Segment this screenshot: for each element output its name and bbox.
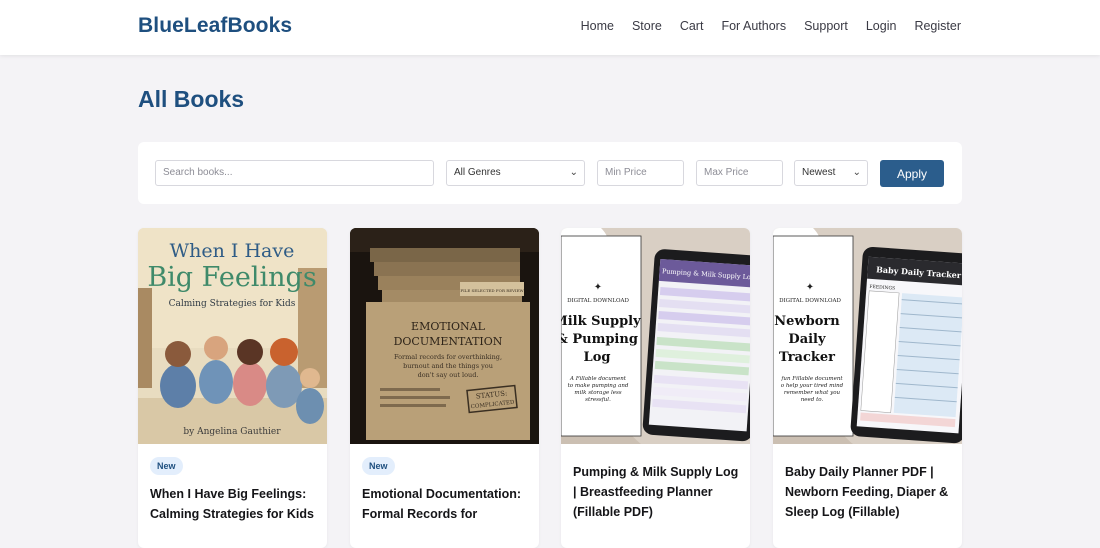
cover-sub-3: don't say out loud.: [418, 371, 479, 379]
nav-register[interactable]: Register: [914, 19, 961, 33]
filter-bar: Search books... All Genres ⌄ Min Price M…: [138, 142, 962, 204]
cover-heading-1: EMOTIONAL: [411, 320, 486, 333]
nav-login[interactable]: Login: [866, 19, 897, 33]
cover-title-line2: Big Feelings: [147, 262, 316, 293]
nav-cart[interactable]: Cart: [680, 19, 704, 33]
book-title[interactable]: Emotional Documentation: Formal Records …: [362, 484, 530, 524]
min-price-placeholder: Min Price: [605, 167, 647, 178]
cover-title-1: Milk Supply: [561, 314, 641, 329]
cover-tag: DIGITAL DOWNLOAD: [567, 298, 629, 304]
cover-sub-2: burnout and the things you: [403, 362, 493, 370]
cover-illustration-baby-tracker: ✦ DIGITAL DOWNLOAD Newborn Daily Tracker…: [773, 228, 962, 444]
cover-subtitle: Calming Strategies for Kids: [169, 299, 296, 309]
book-cover[interactable]: ✦ DIGITAL DOWNLOAD Milk Supply & Pumping…: [561, 228, 750, 444]
book-cover[interactable]: FILE SELECTED FOR REVIEW EMOTIONAL DOCUM…: [350, 228, 539, 444]
cover-tag: DIGITAL DOWNLOAD: [779, 298, 841, 304]
search-input[interactable]: Search books...: [155, 160, 434, 186]
cover-sub-1: Formal records for overthinking,: [394, 353, 502, 361]
new-badge: New: [150, 457, 183, 475]
nav-store[interactable]: Store: [632, 19, 662, 33]
brand-logo[interactable]: BlueLeafBooks: [138, 14, 292, 38]
book-card[interactable]: ✦ DIGITAL DOWNLOAD Milk Supply & Pumping…: [561, 228, 750, 548]
sort-select[interactable]: Newest ⌄: [794, 160, 868, 186]
chevron-down-icon: ⌄: [852, 167, 861, 178]
book-cover[interactable]: When I Have Big Feelings Calming Strateg…: [138, 228, 327, 444]
nav-support[interactable]: Support: [804, 19, 848, 33]
cover-desc-4: stressful.: [585, 397, 611, 403]
cover-title-2: & Pumping: [561, 332, 638, 347]
cover-desc-2: to make pumping and: [568, 383, 629, 389]
page-title: All Books: [138, 86, 245, 112]
cover-author: by Angelina Gauthier: [183, 427, 281, 437]
cover-desc-1: fun Fillable document: [780, 376, 843, 382]
book-cover[interactable]: ✦ DIGITAL DOWNLOAD Newborn Daily Tracker…: [773, 228, 962, 444]
cover-illustration-feelings: When I Have Big Feelings Calming Strateg…: [138, 228, 327, 444]
nav-for-authors[interactable]: For Authors: [721, 19, 786, 33]
book-card[interactable]: ✦ DIGITAL DOWNLOAD Newborn Daily Tracker…: [773, 228, 962, 548]
cover-desc-1: A Fillable document: [569, 376, 627, 382]
cover-desc-3: remember what you: [784, 390, 841, 396]
book-title[interactable]: When I Have Big Feelings: Calming Strate…: [150, 484, 318, 524]
sparkle-icon: ✦: [806, 282, 814, 293]
main-nav: Home Store Cart For Authors Support Logi…: [581, 19, 961, 33]
max-price-placeholder: Max Price: [704, 167, 749, 178]
cover-title-1: Newborn: [774, 314, 840, 329]
cover-heading-2: DOCUMENTATION: [394, 335, 503, 348]
cover-title-line1: When I Have: [170, 240, 295, 262]
nav-home[interactable]: Home: [581, 19, 614, 33]
sort-select-value: Newest: [802, 167, 836, 178]
cover-illustration-documentation: FILE SELECTED FOR REVIEW EMOTIONAL DOCUM…: [350, 228, 539, 444]
search-placeholder: Search books...: [163, 167, 233, 178]
cover-desc-4: need to.: [801, 397, 824, 403]
chevron-down-icon: ⌄: [569, 167, 578, 178]
cover-illustration-pumping-log: ✦ DIGITAL DOWNLOAD Milk Supply & Pumping…: [561, 228, 750, 444]
site-header: BlueLeafBooks Home Store Cart For Author…: [0, 0, 1100, 55]
cover-title-2: Daily: [788, 332, 826, 347]
genre-select-value: All Genres: [454, 167, 501, 178]
cover-title-3: Log: [584, 350, 611, 365]
book-title[interactable]: Baby Daily Planner PDF | Newborn Feeding…: [785, 462, 953, 522]
apply-button[interactable]: Apply: [880, 160, 944, 187]
book-card[interactable]: FILE SELECTED FOR REVIEW EMOTIONAL DOCUM…: [350, 228, 539, 548]
genre-select[interactable]: All Genres ⌄: [446, 160, 585, 186]
cover-title-3: Tracker: [779, 350, 835, 365]
sparkle-icon: ✦: [594, 282, 602, 293]
book-title[interactable]: Pumping & Milk Supply Log | Breastfeedin…: [573, 462, 741, 522]
book-card[interactable]: When I Have Big Feelings Calming Strateg…: [138, 228, 327, 548]
min-price-input[interactable]: Min Price: [597, 160, 684, 186]
cover-tab-label: FILE SELECTED FOR REVIEW: [460, 288, 524, 293]
cover-desc-2: o help your tired mind: [781, 383, 844, 389]
max-price-input[interactable]: Max Price: [696, 160, 783, 186]
cover-desc-3: milk storage less: [574, 390, 621, 396]
new-badge: New: [362, 457, 395, 475]
